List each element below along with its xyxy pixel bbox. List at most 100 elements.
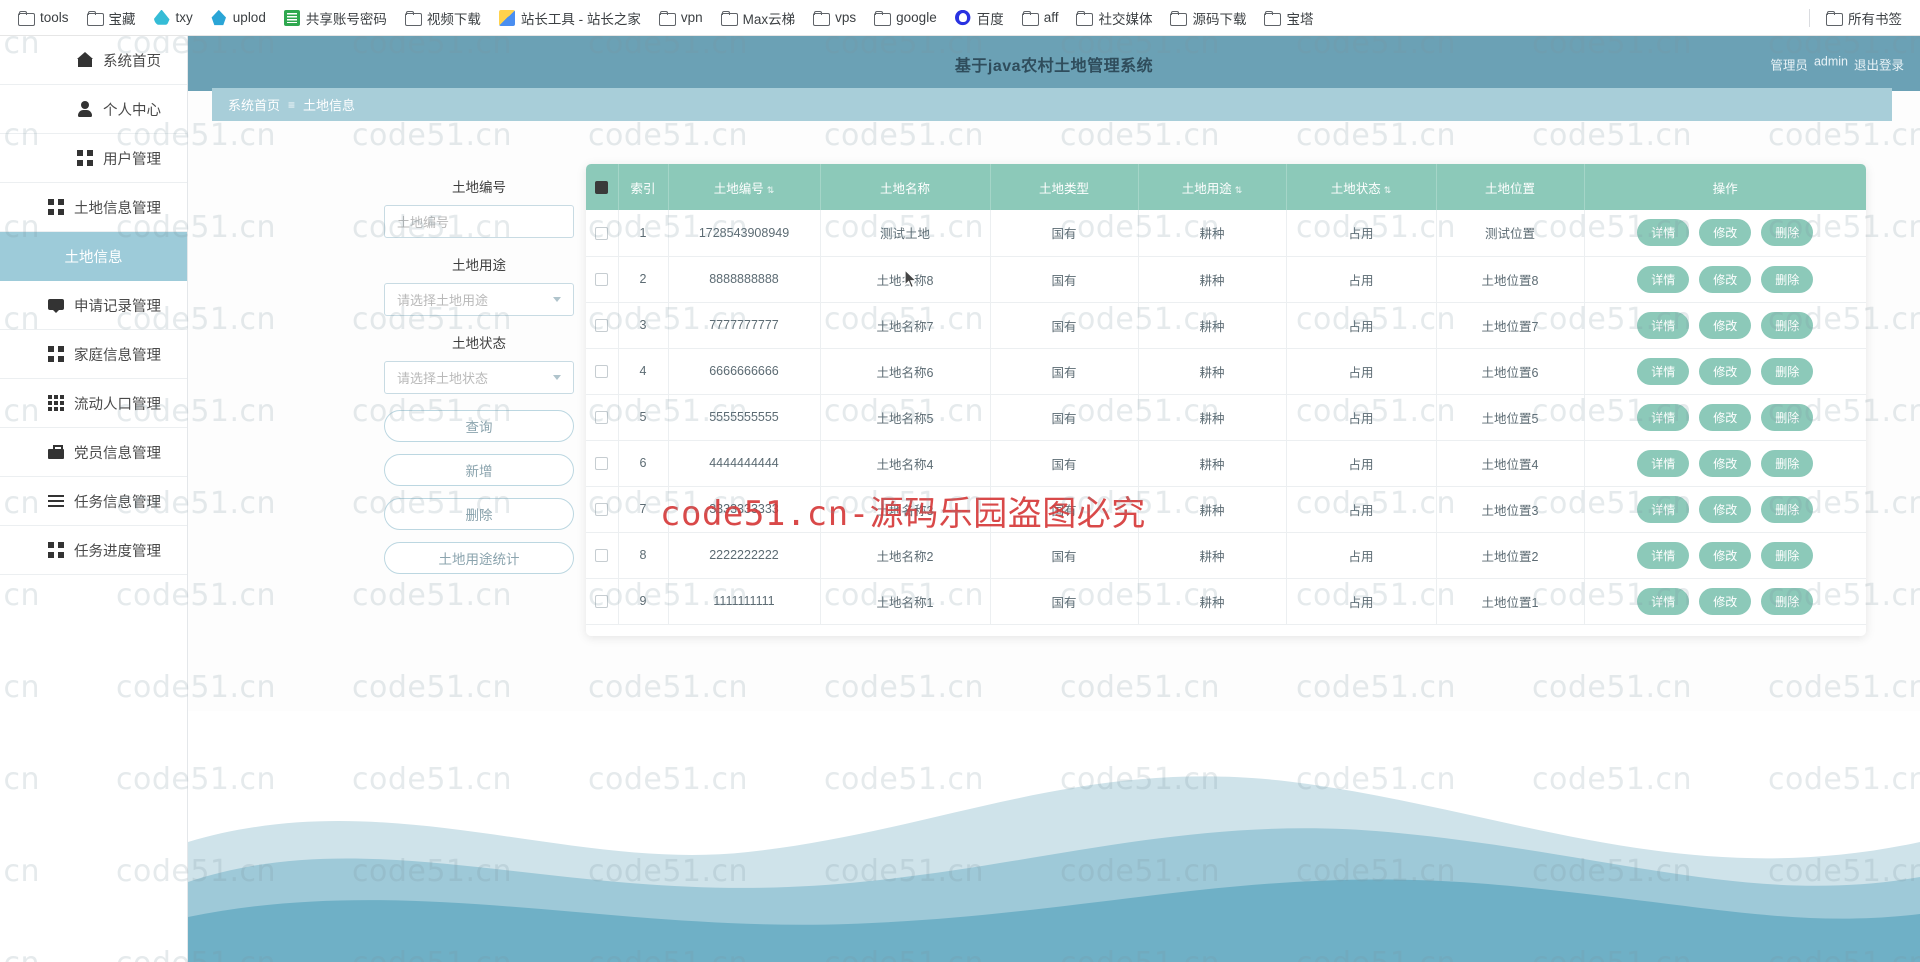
land-usage-stats-button[interactable]: 土地用途统计 xyxy=(384,542,574,574)
delete-button[interactable]: 删除 xyxy=(1761,541,1814,569)
detail-button[interactable]: 详情 xyxy=(1637,403,1690,431)
sidebar-item-6[interactable]: 家庭信息管理 xyxy=(0,330,187,379)
edit-button[interactable]: 修改 xyxy=(1699,311,1752,339)
detail-button[interactable]: 详情 xyxy=(1637,449,1690,477)
row-checkbox[interactable] xyxy=(595,457,609,471)
detail-button[interactable]: 详情 xyxy=(1637,219,1690,247)
sidebar-item-7[interactable]: 流动人口管理 xyxy=(0,379,187,428)
delete-button[interactable]: 删除 xyxy=(1761,495,1814,523)
bookmark-item-13[interactable]: 社交媒体 xyxy=(1068,4,1160,32)
bookmark-item-9[interactable]: vps xyxy=(805,6,864,30)
bookmark-item-2[interactable]: txy xyxy=(146,6,201,30)
row-checkbox[interactable] xyxy=(595,365,609,379)
table-header-label: 土地编号 xyxy=(713,181,764,196)
table-row[interactable]: 5 5555555555 土地名称5 国有 耕种 占用 土地位置5 详情 修改 删除 xyxy=(586,394,1866,441)
header-user-area: 管理员 admin 退出登录 xyxy=(1770,54,1904,73)
edit-button[interactable]: 修改 xyxy=(1699,541,1752,569)
table-row[interactable]: 8 2222222222 土地名称2 国有 耕种 占用 土地位置2 详情 修改 删除 xyxy=(586,532,1866,579)
row-checkbox[interactable] xyxy=(595,319,609,333)
row-checkbox[interactable] xyxy=(595,503,609,517)
detail-button[interactable]: 详情 xyxy=(1637,541,1690,569)
table-row[interactable]: 9 1111111111 土地名称1 国有 耕种 占用 土地位置1 详情 修改 删除 xyxy=(586,578,1866,625)
sidebar-item-2[interactable]: 用户管理 xyxy=(0,134,187,183)
bookmark-label: 宝塔 xyxy=(1286,11,1314,27)
detail-button[interactable]: 详情 xyxy=(1637,495,1690,523)
cell-actions: 详情 修改 删除 xyxy=(1584,532,1866,579)
breadcrumb-home[interactable]: 系统首页 xyxy=(228,95,280,114)
edit-button[interactable]: 修改 xyxy=(1699,265,1752,293)
row-checkbox[interactable] xyxy=(595,549,609,563)
delete-button[interactable]: 删除 xyxy=(1761,265,1814,293)
table-header-land-number[interactable]: 土地编号 ⇅ xyxy=(668,164,821,210)
grid4-icon xyxy=(48,199,64,215)
row-checkbox[interactable] xyxy=(595,273,609,287)
bookmark-item-8[interactable]: Max云梯 xyxy=(713,4,804,32)
filter-input-land-number[interactable]: 土地编号 xyxy=(384,205,574,238)
edit-button[interactable]: 修改 xyxy=(1699,403,1752,431)
row-checkbox[interactable] xyxy=(595,595,609,609)
bookmark-item-0[interactable]: tools xyxy=(10,6,77,30)
sidebar-item-label: 任务进度管理 xyxy=(74,543,161,560)
detail-button[interactable]: 详情 xyxy=(1637,311,1690,339)
delete-button[interactable]: 删除 xyxy=(1761,587,1814,615)
table-row[interactable]: 1 1728543908949 测试土地 国有 耕种 占用 测试位置 详情 修改 删除 xyxy=(586,210,1866,257)
bookmark-item-3[interactable]: uplod xyxy=(203,6,274,30)
edit-button[interactable]: 修改 xyxy=(1699,449,1752,477)
row-checkbox[interactable] xyxy=(595,226,609,240)
sort-arrows-icon[interactable]: ⇅ xyxy=(1384,185,1392,196)
sidebar-item-label: 流动人口管理 xyxy=(74,396,161,413)
search-button[interactable]: 查询 xyxy=(384,410,574,442)
sidebar-item-10[interactable]: 任务进度管理 xyxy=(0,526,187,575)
bookmark-item-11[interactable]: 百度 xyxy=(947,4,1012,32)
bookmark-item-4[interactable]: 共享账号密码 xyxy=(276,4,395,32)
sort-arrows-icon[interactable]: ⇅ xyxy=(767,185,775,196)
delete-button[interactable]: 删除 xyxy=(1761,311,1814,339)
table-row[interactable]: 3 7777777777 土地名称7 国有 耕种 占用 土地位置7 详情 修改 删除 xyxy=(586,302,1866,349)
sidebar-item-1[interactable]: 个人中心 xyxy=(0,85,187,134)
cell-usage: 耕种 xyxy=(1138,348,1287,395)
sidebar-item-5[interactable]: 申请记录管理 xyxy=(0,281,187,330)
table-header-land-status[interactable]: 土地状态 ⇅ xyxy=(1286,164,1437,210)
table-row[interactable]: 28888888888土地名称8国有耕种占用土地位置8详情修改删除 xyxy=(586,256,1866,303)
delete-button[interactable]: 删除 xyxy=(1761,219,1814,247)
sidebar-item-9[interactable]: 任务信息管理 xyxy=(0,477,187,526)
bookmark-item-12[interactable]: aff xyxy=(1014,6,1067,30)
sidebar-item-0[interactable]: 系统首页 xyxy=(0,36,187,85)
filter-select-land-usage[interactable]: 请选择土地用途 xyxy=(384,283,574,316)
table-header-land-usage[interactable]: 土地用途 ⇅ xyxy=(1138,164,1287,210)
bookmark-item-6[interactable]: 站长工具 - 站长之家 xyxy=(491,4,649,32)
filter-select-land-status[interactable]: 请选择土地状态 xyxy=(384,361,574,394)
bookmark-item-1[interactable]: 宝藏 xyxy=(79,4,144,32)
edit-button[interactable]: 修改 xyxy=(1699,357,1752,385)
select-all-checkbox[interactable] xyxy=(595,181,609,195)
browser-bookmark-bar: tools 宝藏 txy uplod 共享账号密码 视频下载 站长工具 - 站长之家 vpn M… xyxy=(0,0,1920,36)
bookmark-item-14[interactable]: 源码下载 xyxy=(1162,4,1254,32)
edit-button[interactable]: 修改 xyxy=(1699,495,1752,523)
sidebar-item-8[interactable]: 党员信息管理 xyxy=(0,428,187,477)
detail-button[interactable]: 详情 xyxy=(1637,357,1690,385)
all-bookmarks-button[interactable]: 所有书签 xyxy=(1818,4,1910,32)
bookmark-item-7[interactable]: vpn xyxy=(651,6,711,30)
bookmark-item-5[interactable]: 视频下载 xyxy=(397,4,489,32)
sidebar-item-3[interactable]: 土地信息管理 xyxy=(0,183,187,232)
delete-button[interactable]: 删除 xyxy=(1761,357,1814,385)
row-checkbox[interactable] xyxy=(595,411,609,425)
delete-button[interactable]: 删除 xyxy=(1761,449,1814,477)
bookmark-item-10[interactable]: google xyxy=(866,6,945,30)
logout-link[interactable]: 退出登录 xyxy=(1854,54,1904,73)
sort-arrows-icon[interactable]: ⇅ xyxy=(1235,185,1243,196)
cell-usage: 耕种 xyxy=(1138,210,1287,257)
sidebar-item-4[interactable]: 土地信息 xyxy=(0,232,187,281)
add-button[interactable]: 新增 xyxy=(384,454,574,486)
table-row[interactable]: 7 3333333333 土地名称3 国有 耕种 占用 土地位置3 详情 修改 删除 xyxy=(586,486,1866,533)
detail-button[interactable]: 详情 xyxy=(1637,587,1690,615)
table-row[interactable]: 6 4444444444 土地名称4 国有 耕种 占用 土地位置4 详情 修改 删除 xyxy=(586,440,1866,487)
table-row[interactable]: 4 6666666666 土地名称6 国有 耕种 占用 土地位置6 详情 修改 删除 xyxy=(586,348,1866,395)
edit-button[interactable]: 修改 xyxy=(1699,219,1752,247)
delete-button[interactable]: 删除 xyxy=(1761,403,1814,431)
delete-button[interactable]: 删除 xyxy=(384,498,574,530)
detail-button[interactable]: 详情 xyxy=(1637,265,1690,293)
row-checkbox-cell xyxy=(586,486,619,533)
bookmark-item-15[interactable]: 宝塔 xyxy=(1256,4,1321,32)
edit-button[interactable]: 修改 xyxy=(1699,587,1752,615)
